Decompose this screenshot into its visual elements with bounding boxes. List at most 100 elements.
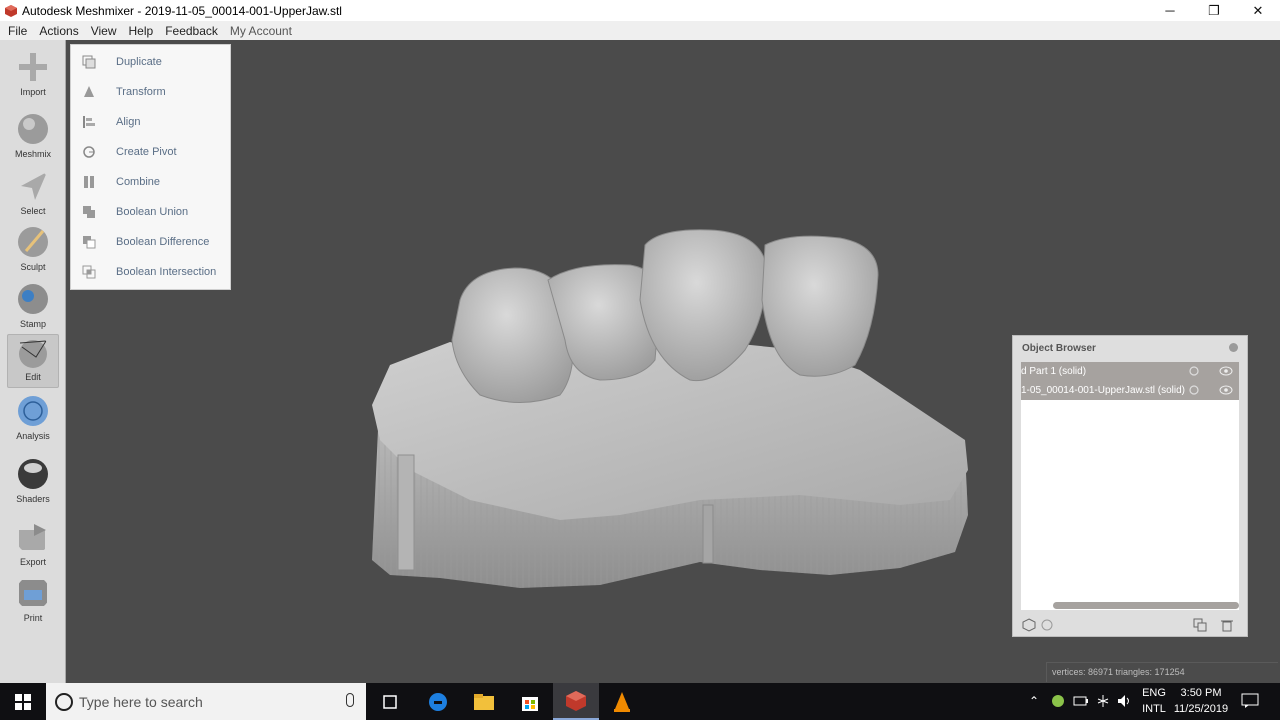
tool-stamp[interactable]: Stamp — [7, 282, 59, 336]
eye-icon[interactable] — [1219, 366, 1233, 376]
tool-label: Meshmix — [14, 149, 51, 159]
pivot-icon — [83, 146, 95, 158]
meshmixer-logo-icon — [566, 690, 586, 711]
volume-icon[interactable] — [1117, 694, 1133, 708]
language-indicator[interactable]: ENG — [1140, 687, 1168, 699]
menu-bar: File Actions View Help Feedback My Accou… — [0, 21, 1280, 40]
battery-icon[interactable] — [1073, 695, 1089, 707]
tool-label: Stamp — [19, 319, 46, 329]
tool-shaders[interactable]: Shaders — [7, 457, 59, 511]
printer-icon — [19, 580, 47, 606]
close-button[interactable]: ✕ — [1236, 0, 1280, 21]
meshmixer-logo-icon — [5, 4, 17, 17]
taskbar-meshmixer[interactable] — [553, 683, 599, 720]
transform-icon — [84, 86, 94, 97]
taskbar-vlc[interactable] — [599, 683, 645, 720]
taskbar-search[interactable]: Type here to search — [46, 683, 366, 720]
minimize-button[interactable]: ─ — [1148, 0, 1192, 21]
menu-item-combine[interactable]: Combine — [71, 167, 230, 197]
tool-edit[interactable]: Edit — [7, 334, 59, 388]
clock-time[interactable]: 3:50 PM — [1170, 687, 1232, 699]
tool-print[interactable]: Print — [7, 576, 59, 630]
menu-feedback[interactable]: Feedback — [159, 24, 224, 38]
taskbar-edge[interactable] — [415, 683, 461, 720]
object-list: d Part 1 (solid) 1-05_00014-001-UpperJaw… — [1021, 362, 1239, 610]
tool-label: Export — [19, 557, 46, 567]
edge-icon — [429, 692, 447, 711]
microphone-icon[interactable] — [346, 693, 354, 707]
left-toolbar: Import Meshmix Select Sculpt Stamp Edit — [0, 40, 66, 683]
plus-icon — [19, 53, 47, 81]
menu-my-account[interactable]: My Account — [224, 24, 298, 38]
menu-item-boolean-difference[interactable]: Boolean Difference — [71, 227, 230, 257]
tool-import[interactable]: Import — [7, 50, 59, 104]
notifications-icon[interactable] — [1241, 693, 1259, 709]
menu-help[interactable]: Help — [123, 24, 160, 38]
tool-sculpt[interactable]: Sculpt — [7, 225, 59, 279]
meshmix-sphere-icon — [18, 114, 48, 144]
pivot-icon[interactable] — [1040, 618, 1054, 632]
shader-sphere-icon — [18, 459, 48, 489]
network-icon[interactable] — [1096, 693, 1110, 709]
brush-icon — [18, 227, 48, 257]
folder-icon — [474, 693, 494, 710]
edit-menu: Duplicate Transform Align Create Pivot C… — [70, 44, 231, 290]
menu-item-transform[interactable]: Transform — [71, 77, 230, 107]
search-placeholder: Type here to search — [79, 693, 203, 710]
object-row[interactable]: d Part 1 (solid) — [1021, 362, 1239, 381]
tray-overflow-icon[interactable]: ⌃ — [1029, 694, 1039, 708]
boolean-intersection-icon — [82, 265, 96, 279]
export-icon — [19, 524, 46, 550]
stamp-icon — [18, 284, 48, 314]
tool-export[interactable]: Export — [7, 520, 59, 574]
clock-date[interactable]: 11/25/2019 — [1170, 703, 1232, 715]
combine-icon — [84, 176, 94, 188]
taskbar: Type here to search ⌃ ENG INTL 3:50 PM 1… — [0, 683, 1280, 720]
menu-file[interactable]: File — [0, 24, 33, 38]
tool-label: Print — [23, 613, 43, 623]
tray-app-icon[interactable] — [1051, 694, 1065, 708]
duplicate-icon[interactable] — [1193, 618, 1207, 632]
start-button[interactable] — [0, 683, 46, 720]
horizontal-scrollbar[interactable] — [1053, 602, 1239, 609]
tool-label: Analysis — [16, 431, 50, 441]
trash-icon[interactable] — [1220, 618, 1234, 632]
tool-label: Shaders — [16, 494, 50, 504]
title-bar: Autodesk Meshmixer - 2019-11-05_00014-00… — [0, 0, 1280, 21]
taskbar-store[interactable] — [507, 683, 553, 720]
windows-logo-icon — [15, 693, 31, 710]
arrow-cursor-icon — [21, 172, 47, 200]
tool-label: Select — [20, 206, 46, 216]
cortana-icon — [55, 692, 73, 711]
menu-item-duplicate[interactable]: Duplicate — [71, 47, 230, 77]
tool-select[interactable]: Select — [7, 169, 59, 223]
tool-analysis[interactable]: Analysis — [7, 394, 59, 448]
task-view-button[interactable] — [367, 683, 413, 720]
window-title: Autodesk Meshmixer - 2019-11-05_00014-00… — [22, 3, 342, 18]
menu-view[interactable]: View — [85, 24, 123, 38]
vlc-cone-icon — [614, 691, 630, 712]
object-browser-panel: Object Browser d Part 1 (solid) 1-05_000… — [1012, 335, 1248, 637]
tool-label: Sculpt — [20, 262, 46, 272]
close-icon[interactable] — [1229, 343, 1238, 352]
object-row[interactable]: 1-05_00014-001-UpperJaw.stl (solid) — [1021, 381, 1239, 400]
pivot-icon[interactable] — [1188, 365, 1200, 377]
menu-item-create-pivot[interactable]: Create Pivot — [71, 137, 230, 167]
menu-actions[interactable]: Actions — [33, 24, 84, 38]
taskbar-file-explorer[interactable] — [461, 683, 507, 720]
mesh-stats: vertices: 86971 triangles: 171254 — [1046, 662, 1278, 682]
store-bag-icon — [522, 696, 538, 711]
eye-icon[interactable] — [1219, 385, 1233, 395]
pivot-icon[interactable] — [1188, 384, 1200, 396]
tool-label: Edit — [25, 372, 41, 382]
tool-label: Import — [20, 87, 46, 97]
input-method-indicator[interactable]: INTL — [1140, 703, 1168, 715]
object-browser-title: Object Browser — [1022, 343, 1096, 354]
cube-icon[interactable] — [1022, 618, 1036, 632]
restore-button[interactable]: ❐ — [1192, 0, 1236, 21]
menu-item-boolean-union[interactable]: Boolean Union — [71, 197, 230, 227]
menu-item-boolean-intersection[interactable]: Boolean Intersection — [71, 257, 230, 287]
menu-item-align[interactable]: Align — [71, 107, 230, 137]
duplicate-icon — [82, 55, 96, 69]
tool-meshmix[interactable]: Meshmix — [7, 112, 59, 166]
